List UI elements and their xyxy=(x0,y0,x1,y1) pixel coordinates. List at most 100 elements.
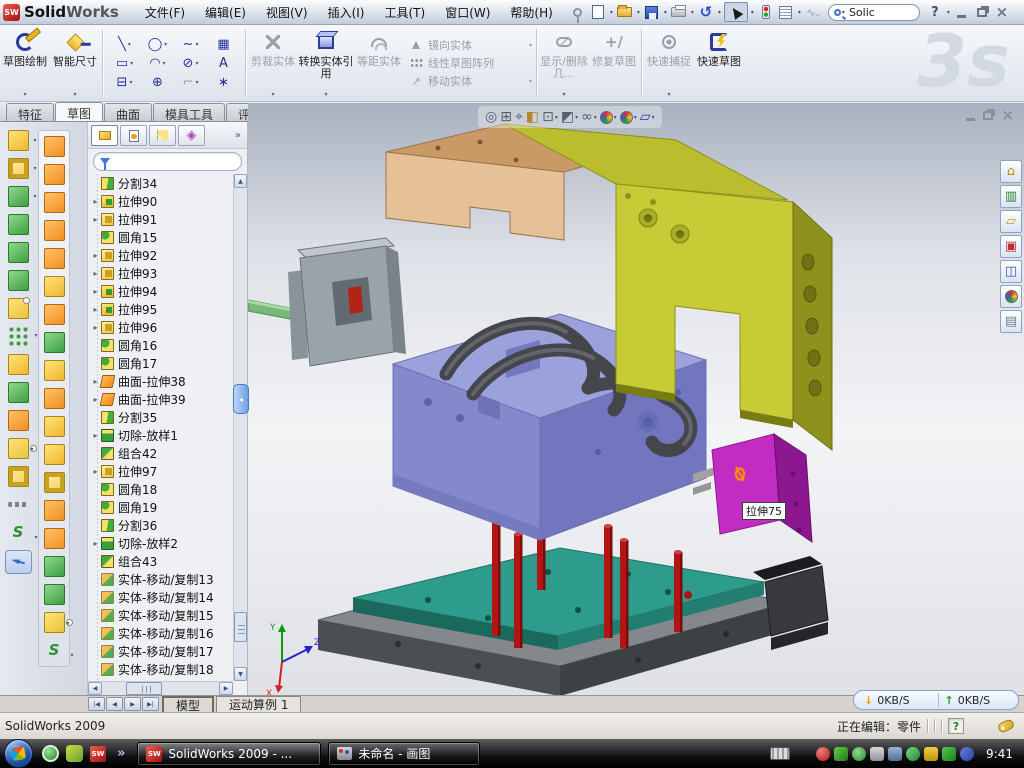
arc-tool[interactable]: ◠▾ xyxy=(141,54,174,73)
undo-button[interactable]: ↺ xyxy=(697,2,715,22)
antivirus-shield-icon[interactable] xyxy=(834,747,848,761)
expand-arrow[interactable]: ▸ xyxy=(90,287,101,296)
custom-properties-icon[interactable]: ▤ xyxy=(1000,310,1022,333)
doc-minimize-button[interactable] xyxy=(966,118,975,121)
last-tab-button[interactable]: ▶| xyxy=(142,697,159,711)
draft-icon[interactable] xyxy=(8,270,29,291)
tree-item-split35[interactable]: 分割35 xyxy=(90,408,233,426)
mirror-entities-button[interactable]: 镜向实体 ▾ xyxy=(408,37,534,53)
surface-sweep-icon[interactable] xyxy=(44,136,65,157)
quick-launch-messenger-icon[interactable] xyxy=(42,745,59,762)
tree-item-extrude96[interactable]: ▸拉伸96 xyxy=(90,318,233,336)
hole-wizard-icon[interactable] xyxy=(8,298,29,319)
updater-icon[interactable] xyxy=(906,747,920,761)
linear-pattern-icon[interactable] xyxy=(8,326,29,347)
surface-sparkle-icon[interactable] xyxy=(44,612,65,633)
surface-revolve-icon[interactable] xyxy=(44,164,65,185)
help-button[interactable]: ? xyxy=(926,2,944,22)
extruded-boss-icon[interactable] xyxy=(8,130,29,151)
box-select-tool[interactable]: ▦ xyxy=(207,35,240,54)
options-button[interactable] xyxy=(777,2,795,22)
surface-offset-icon[interactable] xyxy=(44,276,65,297)
minimize-window-button[interactable] xyxy=(953,2,971,22)
doc-restore-button[interactable] xyxy=(983,111,993,120)
scene-icon[interactable]: ▾ xyxy=(620,111,637,124)
extruded-cut-icon[interactable] xyxy=(8,158,29,179)
expand-arrow[interactable]: ▸ xyxy=(90,251,101,260)
convert-entities-button[interactable]: 转换实体引用 ▾ xyxy=(298,25,354,101)
tree-item-cut-loft2[interactable]: ▸切除-放样2 xyxy=(90,534,233,552)
surface-fill-icon[interactable] xyxy=(44,332,65,353)
view-palette-icon[interactable]: ◫ xyxy=(1000,260,1022,283)
text-tool[interactable]: A xyxy=(207,54,240,73)
sync-blocked-icon[interactable] xyxy=(960,747,974,761)
repair-sketch-button[interactable]: +∕ 修复草图 xyxy=(589,25,639,101)
expand-arrow[interactable]: ▸ xyxy=(90,215,101,224)
linear-sketch-pattern-button[interactable]: 线性草图阵列 xyxy=(408,55,534,71)
zoom-fit-icon[interactable]: ◎ xyxy=(485,110,497,124)
menu-window[interactable]: 窗口(W) xyxy=(435,1,500,24)
spline-curve-icon[interactable]: S xyxy=(8,522,29,543)
volume-icon[interactable] xyxy=(870,747,884,761)
feature-manager-tab[interactable] xyxy=(91,125,118,146)
surface-split-line-icon[interactable] xyxy=(44,472,65,493)
curve-icon[interactable] xyxy=(8,502,29,507)
dropdown-caret[interactable]: ▾ xyxy=(324,91,327,98)
expand-arrow[interactable]: ▸ xyxy=(90,539,101,548)
toolbox-icon[interactable]: ▣ xyxy=(1000,235,1022,258)
offset-entities-button[interactable]: 等距实体 xyxy=(354,25,404,101)
spline-tool[interactable]: ∼▾ xyxy=(174,35,207,54)
fillet-icon[interactable] xyxy=(8,186,29,207)
tree-item-move-copy16[interactable]: 实体-移动/复制16 xyxy=(90,624,233,642)
tree-vertical-scrollbar[interactable]: ▲ ▼ xyxy=(233,174,247,681)
sketch-fillet-tool[interactable]: ⌐▾ xyxy=(174,73,207,92)
pin-toolbar-button[interactable] xyxy=(569,2,587,22)
menu-view[interactable]: 视图(V) xyxy=(256,1,318,24)
circle-tool[interactable]: ◯▾ xyxy=(141,35,174,54)
display-delete-relations-button[interactable]: 显示/删除几... ▾ xyxy=(539,25,589,101)
dropdown-caret[interactable]: ▾ xyxy=(947,9,950,16)
overflow-button[interactable]: ∿.. xyxy=(804,2,822,22)
restore-window-button[interactable] xyxy=(973,2,991,22)
search-box[interactable]: ▾ Solic xyxy=(828,4,920,21)
panel-splitter-handle[interactable]: ◂ xyxy=(233,384,249,414)
surface-planar-icon[interactable] xyxy=(44,304,65,325)
tree-item-extrude92[interactable]: ▸拉伸92 xyxy=(90,246,233,264)
scroll-left-button[interactable]: ◀ xyxy=(88,682,102,695)
point-tool[interactable]: ∗ xyxy=(207,73,240,92)
surface-trim-icon[interactable] xyxy=(44,192,65,213)
menu-file[interactable]: 文件(F) xyxy=(135,1,195,24)
search-input[interactable]: Solic xyxy=(849,6,875,19)
tree-item-fillet16[interactable]: 圆角16 xyxy=(90,336,233,354)
move-entities-button[interactable]: ↗ 移动实体 ▾ xyxy=(408,73,534,89)
quick-launch-input-method-icon[interactable] xyxy=(66,745,83,762)
vertical-scroll-thumb[interactable] xyxy=(234,612,247,642)
tree-item-extrude95[interactable]: ▸拉伸95 xyxy=(90,300,233,318)
tree-item-fillet15[interactable]: 圆角15 xyxy=(90,228,233,246)
ellipse-tool[interactable]: ⊘▾ xyxy=(174,54,207,73)
zoom-selected-icon[interactable]: ⌖ xyxy=(515,110,523,124)
resources-home-icon[interactable]: ⌂ xyxy=(1000,160,1022,183)
security-alert-icon[interactable] xyxy=(816,747,830,761)
rebuild-button[interactable] xyxy=(757,2,775,22)
dropdown-caret[interactable]: ▾ xyxy=(691,9,694,16)
sketch-button[interactable]: 草图绘制 ▾ xyxy=(0,25,50,101)
keyboard-layout-icon[interactable] xyxy=(770,747,790,760)
line-tool[interactable]: ╲▾ xyxy=(108,35,141,54)
dropdown-caret[interactable]: ▾ xyxy=(664,9,667,16)
tree-item-extrude97[interactable]: ▸拉伸97 xyxy=(90,462,233,480)
trim-entities-button[interactable]: 剪裁实体 ▾ xyxy=(248,25,298,101)
tree-item-move-copy14[interactable]: 实体-移动/复制14 xyxy=(90,588,233,606)
taskbar-clock[interactable]: 9:41 xyxy=(986,747,1013,761)
select-tool-button[interactable] xyxy=(724,2,748,22)
surface-cylinder-icon[interactable] xyxy=(44,584,65,605)
hide-show-items-icon[interactable]: ∞▾ xyxy=(581,110,597,124)
tag-icon[interactable] xyxy=(997,718,1016,734)
prev-tab-button[interactable]: ◀ xyxy=(106,697,123,711)
file-explorer-icon[interactable]: ▱ xyxy=(1000,210,1022,233)
tab-motion-study[interactable]: 运动算例 1 xyxy=(216,696,301,712)
appearance-icon[interactable]: ▾ xyxy=(600,111,617,124)
warning-network-icon[interactable] xyxy=(924,747,938,761)
quick-launch-solidworks-icon[interactable]: SW xyxy=(90,746,106,762)
tree-item-move-copy15[interactable]: 实体-移动/复制15 xyxy=(90,606,233,624)
